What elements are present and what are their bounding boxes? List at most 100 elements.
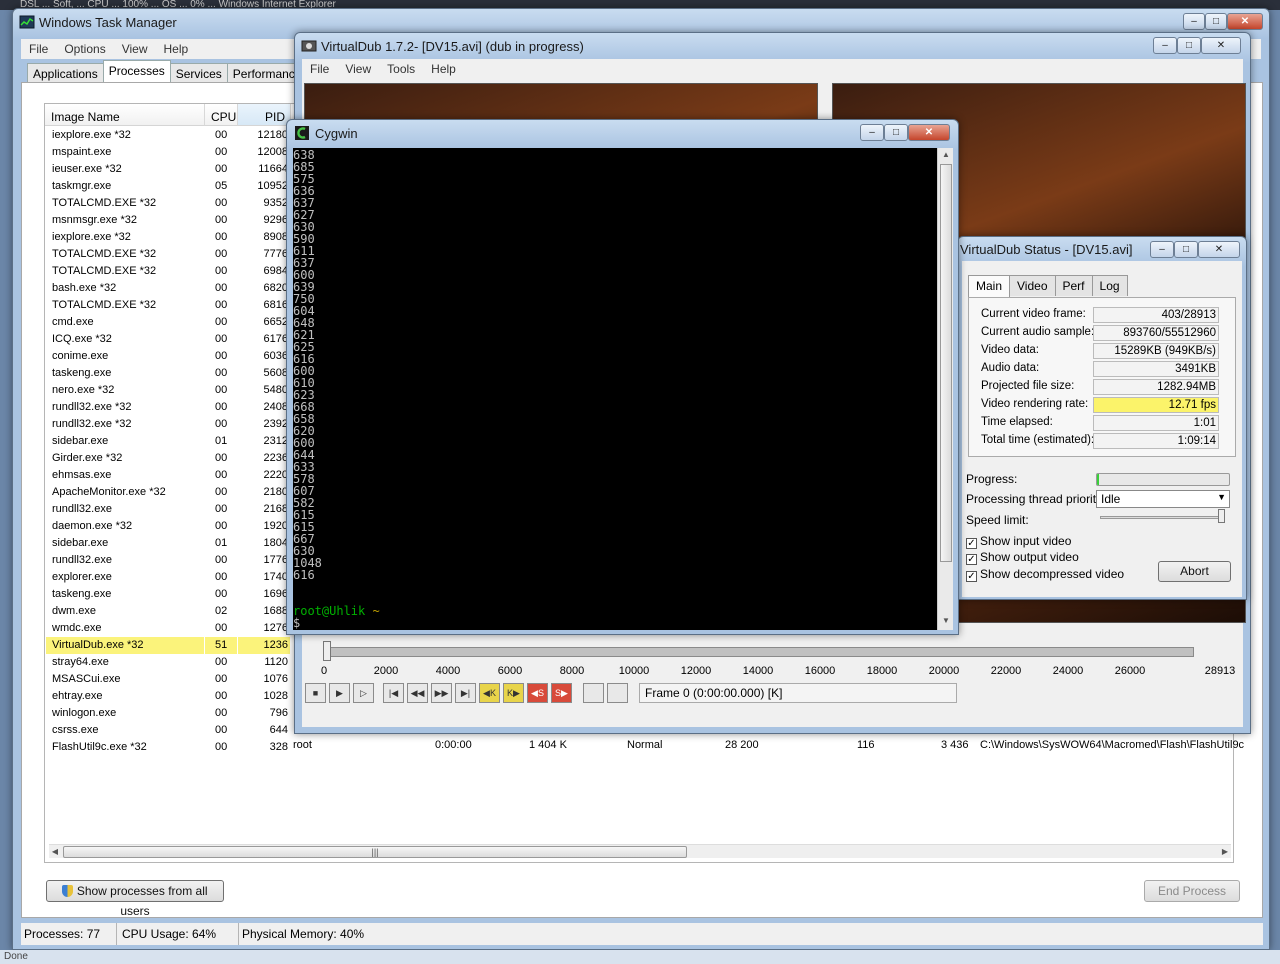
cygwin-icon — [295, 126, 311, 140]
window-title: Windows Task Manager — [39, 15, 177, 30]
timeline-tick: 2000 — [373, 665, 399, 677]
go-start-icon[interactable]: |◀ — [383, 683, 404, 703]
next-keyframe-icon[interactable]: K▶ — [503, 683, 524, 703]
show-output-video-checkbox[interactable]: ✓ Show output video — [966, 550, 1079, 565]
play-input-icon[interactable]: ▶ — [329, 683, 350, 703]
play-output-icon[interactable]: ▷ — [353, 683, 374, 703]
timeline-position-marker[interactable] — [323, 641, 331, 661]
horizontal-scrollbar[interactable]: ◀ ||| ▶ — [49, 844, 1231, 858]
menu-tools[interactable]: Tools — [379, 59, 423, 76]
cell-name: MSASCui.exe — [52, 673, 121, 685]
show-decompressed-video-checkbox[interactable]: ✓ Show decompressed video — [966, 567, 1124, 582]
window-title: VirtualDub Status - [DV15.avi] — [960, 242, 1133, 257]
close-button[interactable]: ✕ — [1198, 241, 1240, 258]
menu-file[interactable]: File — [302, 59, 337, 76]
cell-cpu: 00 — [215, 452, 228, 464]
cell-cpu: 01 — [215, 537, 228, 549]
go-end-icon[interactable]: ▶| — [455, 683, 476, 703]
cell-name: iexplore.exe *32 — [52, 129, 131, 141]
close-button[interactable]: ✕ — [908, 124, 950, 141]
cell-cpu: 00 — [215, 163, 228, 175]
column-header-pid[interactable]: PID — [238, 104, 291, 126]
priority-select[interactable]: Idle ▼ — [1096, 490, 1230, 508]
cell-cpu: 00 — [215, 129, 228, 141]
cell-name: nero.exe *32 — [52, 384, 115, 396]
cell-handles: 116 — [857, 739, 875, 751]
minimize-button[interactable]: – — [1150, 241, 1174, 258]
cell-pid: 1120 — [264, 656, 288, 668]
vertical-scrollbar[interactable]: ▲ ▼ — [937, 148, 953, 630]
cell-pid: 2180 — [263, 486, 288, 498]
cell-pid: 7776 — [263, 248, 288, 260]
menu-view[interactable]: View — [114, 39, 156, 56]
terminal-output[interactable]: 638 685 575 636 637 627 630 590 611 637 600 639 750 6… — [293, 148, 937, 630]
scroll-thumb[interactable] — [940, 164, 952, 562]
show-input-video-checkbox[interactable]: ✓ Show input video — [966, 534, 1071, 549]
mark-in-icon[interactable] — [583, 683, 604, 703]
menu-view[interactable]: View — [337, 59, 379, 76]
scroll-up-arrow[interactable]: ▲ — [940, 148, 952, 162]
timeline-tick: 16000 — [804, 665, 836, 677]
stat-value: 1:09:14 — [1093, 433, 1219, 449]
abort-button[interactable]: Abort — [1158, 561, 1231, 582]
tab-applications[interactable]: Applications — [27, 63, 104, 83]
close-button[interactable]: ✕ — [1201, 37, 1241, 54]
next-scene-icon[interactable]: S▶ — [551, 683, 572, 703]
step-forward-icon[interactable]: ▶▶ — [431, 683, 452, 703]
prev-scene-icon[interactable]: ◀S — [527, 683, 548, 703]
cell-pid: 6820 — [263, 282, 288, 294]
tab-perf[interactable]: Perf — [1054, 275, 1093, 296]
menu-options[interactable]: Options — [56, 39, 113, 56]
cygwin-titlebar[interactable]: Cygwin – □ ✕ — [287, 120, 958, 148]
maximize-button[interactable]: □ — [1174, 241, 1198, 258]
cell-name: ApacheMonitor.exe *32 — [52, 486, 166, 498]
end-process-button[interactable]: End Process — [1144, 880, 1240, 902]
tab-services[interactable]: Services — [169, 63, 228, 83]
timeline-tick: 0 — [320, 665, 328, 677]
column-header-cpu[interactable]: CPU — [205, 104, 238, 126]
maximize-button[interactable]: □ — [884, 124, 908, 141]
terminal-line: 630 — [293, 220, 315, 234]
prev-keyframe-icon[interactable]: ◀K — [479, 683, 500, 703]
scroll-down-arrow[interactable]: ▼ — [940, 614, 952, 628]
close-button[interactable]: ✕ — [1227, 13, 1263, 30]
tab-bar: Applications Processes Services Performance… — [27, 60, 328, 83]
speed-limit-slider[interactable] — [1100, 516, 1222, 519]
step-back-icon[interactable]: ◀◀ — [407, 683, 428, 703]
stop-icon[interactable]: ■ — [305, 683, 326, 703]
cell-name: ICQ.exe *32 — [52, 333, 112, 345]
cell-pid: 1920 — [263, 520, 288, 532]
prompt-path: ~ — [372, 604, 380, 618]
tab-processes[interactable]: Processes — [102, 60, 171, 83]
maximize-button[interactable]: □ — [1177, 37, 1201, 54]
maximize-button[interactable]: □ — [1205, 13, 1227, 30]
scroll-left-arrow[interactable]: ◀ — [49, 845, 61, 859]
tab-video[interactable]: Video — [1009, 275, 1056, 296]
minimize-button[interactable]: – — [1153, 37, 1177, 54]
minimize-button[interactable]: – — [1183, 13, 1205, 30]
virtualdub-titlebar[interactable]: VirtualDub 1.7.2- [DV15.avi] (dub in pro… — [295, 33, 1250, 61]
menu-help[interactable]: Help — [156, 39, 197, 56]
timeline-track[interactable] — [324, 647, 1194, 657]
timeline-tick: 28913 — [1204, 665, 1236, 677]
speed-limit-thumb[interactable] — [1218, 509, 1225, 523]
minimize-button[interactable]: – — [860, 124, 884, 141]
menu-file[interactable]: File — [21, 39, 56, 56]
stat-value: 3491KB — [1093, 361, 1219, 377]
terminal-line: 604 — [293, 304, 315, 318]
scroll-thumb[interactable]: ||| — [63, 846, 687, 858]
tab-main[interactable]: Main — [968, 275, 1011, 298]
column-header-image-name[interactable]: Image Name — [45, 104, 205, 126]
terminal-line: 600 — [293, 436, 315, 450]
scroll-right-arrow[interactable]: ▶ — [1219, 845, 1231, 859]
mark-out-icon[interactable] — [607, 683, 628, 703]
show-all-users-button[interactable]: Show processes from all users — [46, 880, 224, 918]
cell-cpu: 00 — [215, 248, 228, 260]
cell-name: dwm.exe — [52, 605, 97, 617]
menu-help[interactable]: Help — [423, 59, 464, 76]
cell-name: cmd.exe — [52, 316, 94, 328]
cell-pid: 6652 — [263, 316, 288, 328]
tab-log[interactable]: Log — [1091, 275, 1128, 296]
progress-label: Progress: — [966, 472, 1018, 486]
